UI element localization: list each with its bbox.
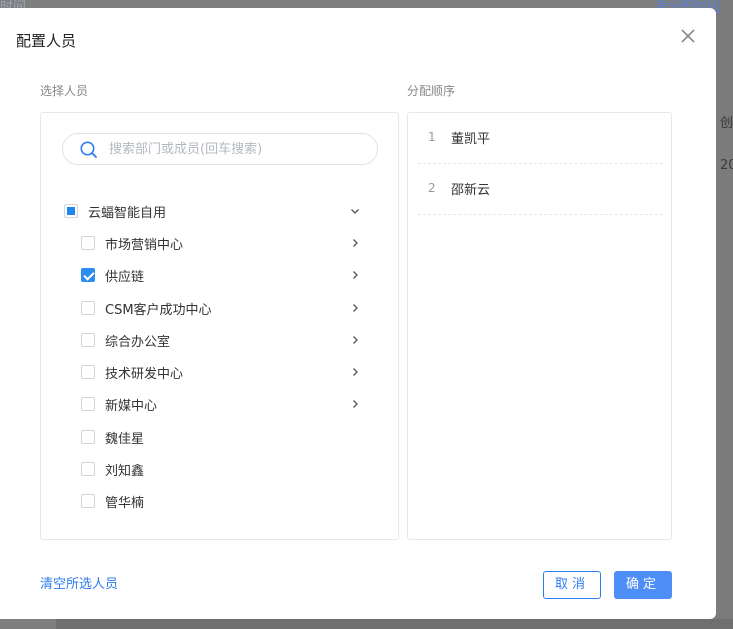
root-checkbox[interactable] xyxy=(64,204,78,218)
tree-node-member[interactable]: 管华楠 xyxy=(81,489,144,513)
order-index: 2 xyxy=(428,181,436,195)
close-button[interactable] xyxy=(676,24,700,48)
tree-node-label: 综合办公室 xyxy=(105,334,171,350)
node-checkbox[interactable] xyxy=(81,236,95,250)
clear-selection-link[interactable]: 清空所选人员 xyxy=(40,573,118,592)
tree-node-label: 供应链 xyxy=(105,269,145,285)
order-index: 1 xyxy=(428,130,436,144)
tree-node-label: CSM客户成功中心 xyxy=(105,302,212,318)
search-icon xyxy=(80,141,97,158)
assign-order-label: 分配顺序 xyxy=(407,84,456,98)
tree-node-rnd[interactable]: 技术研发中心 xyxy=(81,360,183,384)
background-right-strip xyxy=(716,0,733,629)
chevron-down-icon[interactable] xyxy=(349,205,361,217)
tree-node-label: 刘知鑫 xyxy=(105,463,145,479)
node-checkbox[interactable] xyxy=(81,333,95,347)
node-checkbox[interactable] xyxy=(81,430,95,444)
background-cell-1: 创 xyxy=(720,116,733,131)
node-checkbox[interactable] xyxy=(81,494,95,508)
chevron-right-icon[interactable] xyxy=(349,237,361,249)
chevron-right-icon[interactable] xyxy=(349,302,361,314)
close-icon xyxy=(681,29,695,43)
node-checkbox[interactable] xyxy=(81,268,95,282)
order-name: 董凯平 xyxy=(451,132,491,147)
select-staff-label: 选择人员 xyxy=(40,84,89,98)
configure-staff-dialog: 配置人员 选择人员 分配顺序 云蝠智能自用 市场营销中心 xyxy=(0,8,716,619)
node-checkbox[interactable] xyxy=(81,365,95,379)
assign-order-panel: 1 董凯平 2 邵新云 xyxy=(407,112,672,540)
tree-root-node[interactable]: 云蝠智能自用 xyxy=(64,199,166,223)
dialog-title: 配置人员 xyxy=(16,32,77,50)
node-checkbox[interactable] xyxy=(81,397,95,411)
tree-node-label: 云蝠智能自用 xyxy=(88,205,167,221)
background-cell-2: 20 xyxy=(720,158,733,173)
node-checkbox[interactable] xyxy=(81,301,95,315)
tree-node-csm[interactable]: CSM客户成功中心 xyxy=(81,296,212,320)
search-box xyxy=(62,133,378,165)
tree-node-member[interactable]: 刘知鑫 xyxy=(81,457,144,481)
chevron-right-icon[interactable] xyxy=(349,269,361,281)
chevron-right-icon[interactable] xyxy=(349,334,361,346)
order-list-item[interactable]: 2 邵新云 xyxy=(418,164,663,215)
tree-node-admin-office[interactable]: 综合办公室 xyxy=(81,328,170,352)
tree-node-label: 魏佳星 xyxy=(105,431,145,447)
cancel-button[interactable]: 取消 xyxy=(543,571,601,599)
node-checkbox[interactable] xyxy=(81,462,95,476)
tree-node-label: 技术研发中心 xyxy=(105,366,184,382)
tree-node-supply-chain[interactable]: 供应链 xyxy=(81,263,144,287)
order-name: 邵新云 xyxy=(451,183,491,198)
tree-node-label: 管华楠 xyxy=(105,495,145,511)
tree-node-marketing[interactable]: 市场营销中心 xyxy=(81,231,183,255)
chevron-right-icon[interactable] xyxy=(349,366,361,378)
tree-node-label: 市场营销中心 xyxy=(105,237,184,253)
chevron-right-icon[interactable] xyxy=(349,398,361,410)
confirm-button[interactable]: 确定 xyxy=(614,571,672,599)
background-bottom xyxy=(56,619,733,629)
tree-node-member[interactable]: 魏佳星 xyxy=(81,425,144,449)
tree-node-label: 新媒中心 xyxy=(105,398,158,414)
tree-node-new-media[interactable]: 新媒中心 xyxy=(81,392,157,416)
staff-selection-panel: 云蝠智能自用 市场营销中心 供应链 CSM客户成功中心 综合办 xyxy=(40,112,399,540)
order-list-item[interactable]: 1 董凯平 xyxy=(418,113,663,164)
search-input[interactable] xyxy=(109,138,369,160)
